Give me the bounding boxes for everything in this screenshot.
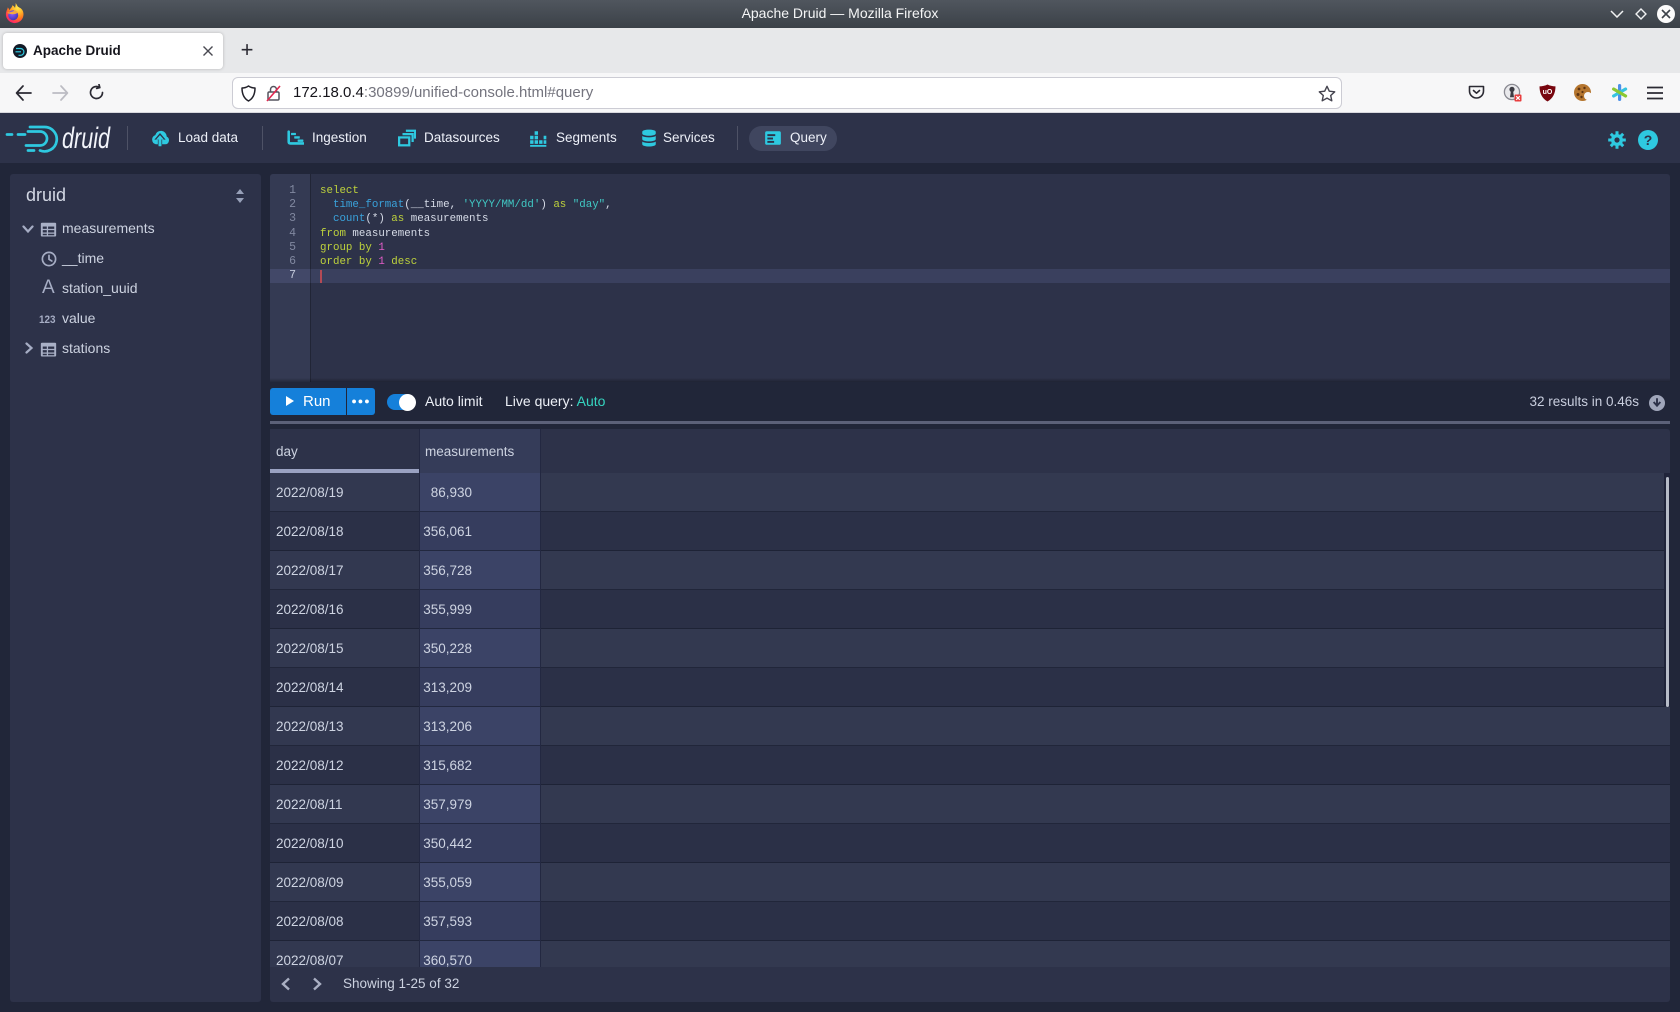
svg-text:uO: uO — [1543, 89, 1553, 96]
